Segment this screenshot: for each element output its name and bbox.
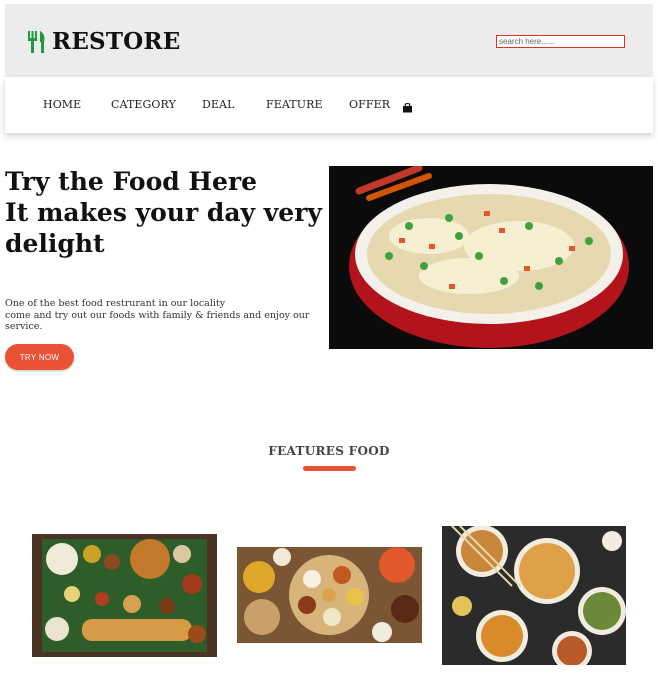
nav-item-deal[interactable]: DEAL [202, 98, 235, 111]
food-card-platter[interactable] [237, 547, 422, 643]
brand-logo[interactable]: RESTORE [27, 28, 180, 55]
try-now-button[interactable]: TRY NOW [5, 344, 74, 370]
search-input[interactable] [496, 35, 625, 48]
hero-title-line: Try the Food Here [5, 167, 258, 196]
features-underline [303, 466, 356, 471]
shopping-bag-icon[interactable] [402, 98, 413, 117]
food-card-noodles[interactable] [442, 526, 626, 665]
food-card-thali-dosa[interactable] [32, 534, 217, 657]
hero-description-line: One of the best food restrurant in our l… [5, 298, 226, 309]
nav-item-category[interactable]: CATEGORY [111, 98, 176, 111]
hero-food-image [329, 166, 653, 349]
nav-item-feature[interactable]: FEATURE [266, 98, 323, 111]
hero-description-line: come and try out our foods with family &… [5, 309, 310, 321]
fork-knife-icon [28, 30, 45, 53]
nav-item-home[interactable]: HOME [43, 98, 81, 111]
top-header: RESTORE [5, 4, 653, 77]
features-title: FEATURES FOOD [268, 444, 390, 458]
hero-description: One of the best food restrurant in our l… [5, 298, 321, 333]
hero-title-line: It makes your day very [5, 198, 322, 227]
nav-item-offer[interactable]: OFFER [349, 98, 390, 111]
hero-title-line: delight [5, 229, 105, 258]
hero-title: Try the Food Here It makes your day very… [5, 166, 325, 259]
brand-name: RESTORE [52, 28, 181, 55]
hero-description-line: service. [5, 321, 43, 332]
main-nav: HOME CATEGORY DEAL FEATURE OFFER [5, 77, 653, 133]
